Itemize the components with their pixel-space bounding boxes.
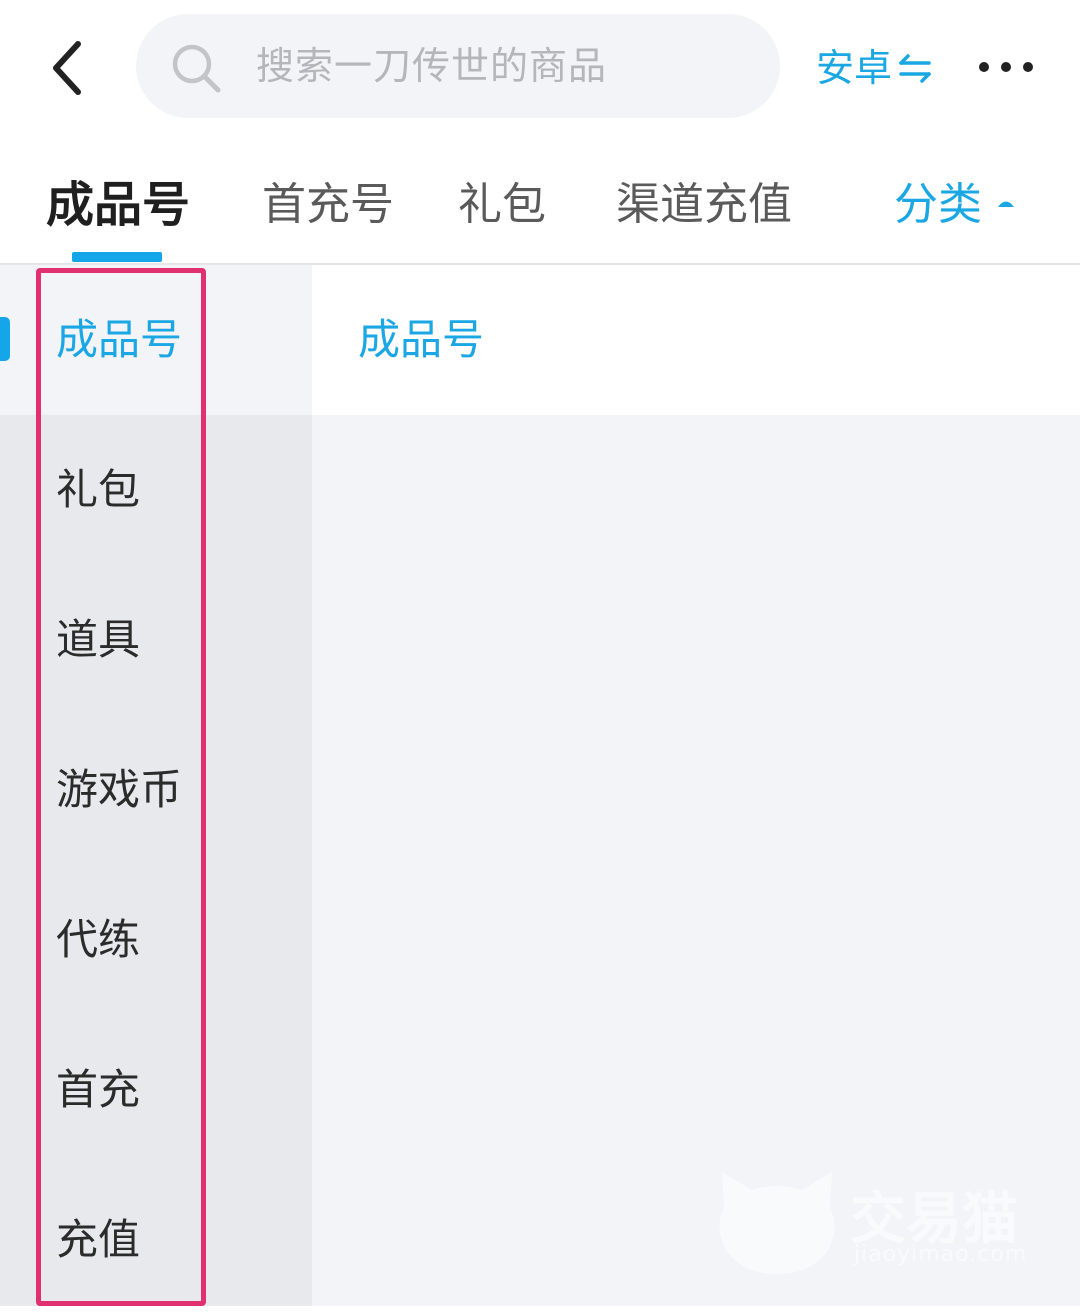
back-button[interactable] [42, 36, 98, 100]
sidebar-item-label: 首充 [56, 1065, 141, 1114]
tab-first-charge-account[interactable]: 首充号 [262, 170, 394, 240]
sidebar-item-game-currency[interactable]: 游戏币 [0, 715, 312, 865]
sidebar-item-boosting[interactable]: 代练 [0, 865, 312, 1015]
content-panel: 成品号 [312, 265, 1080, 1306]
tab-category[interactable]: 分类 [894, 170, 1016, 240]
sidebar-item-first-charge[interactable]: 首充 [0, 1015, 312, 1165]
content-header: 成品号 [312, 265, 1080, 415]
cat-logo-icon [719, 1172, 835, 1274]
platform-label: 安卓 [816, 46, 893, 90]
sidebar-item-gift-pack[interactable]: 礼包 [0, 415, 312, 565]
watermark-logo: 交易猫 jiaoyimao.com [712, 1168, 1032, 1278]
sidebar-item-label: 游戏币 [56, 765, 183, 814]
tab-gift-pack[interactable]: 礼包 [458, 170, 546, 240]
top-bar: 搜索一刀传世的商品 安卓 [0, 0, 1080, 140]
sidebar-item-finished-account[interactable]: 成品号 [0, 265, 312, 415]
category-sidebar: 成品号 礼包 道具 游戏币 代练 首充 充值 [0, 265, 312, 1306]
category-label: 分类 [894, 179, 982, 230]
tab-channel-recharge[interactable]: 渠道充值 [616, 170, 792, 240]
swap-arrows-icon [899, 53, 931, 83]
search-placeholder: 搜索一刀传世的商品 [256, 44, 608, 88]
tab-finished-account[interactable]: 成品号 [46, 170, 190, 240]
back-arrow-icon [53, 41, 81, 95]
sidebar-item-label: 礼包 [56, 465, 141, 514]
tab-bar: 成品号 首充号 礼包 渠道充值 分类 [0, 148, 1080, 264]
more-icon [979, 62, 1033, 72]
search-bar[interactable]: 搜索一刀传世的商品 [136, 14, 780, 118]
watermark-url: jiaoyimao.com [854, 1242, 1028, 1267]
sidebar-active-indicator [0, 317, 10, 361]
caret-up-icon [998, 201, 1014, 207]
sidebar-item-items[interactable]: 道具 [0, 565, 312, 715]
platform-switch[interactable]: 安卓 [816, 40, 932, 96]
search-icon [172, 44, 221, 93]
subcategory-finished-account[interactable]: 成品号 [358, 265, 484, 415]
active-tab-indicator [72, 252, 162, 262]
sidebar-item-recharge[interactable]: 充值 [0, 1165, 312, 1315]
sidebar-item-label: 代练 [56, 915, 141, 964]
sidebar-item-label: 充值 [56, 1215, 141, 1264]
sidebar-item-label: 道具 [56, 615, 141, 664]
sidebar-item-label: 成品号 [56, 315, 183, 364]
more-button[interactable] [976, 50, 1036, 84]
